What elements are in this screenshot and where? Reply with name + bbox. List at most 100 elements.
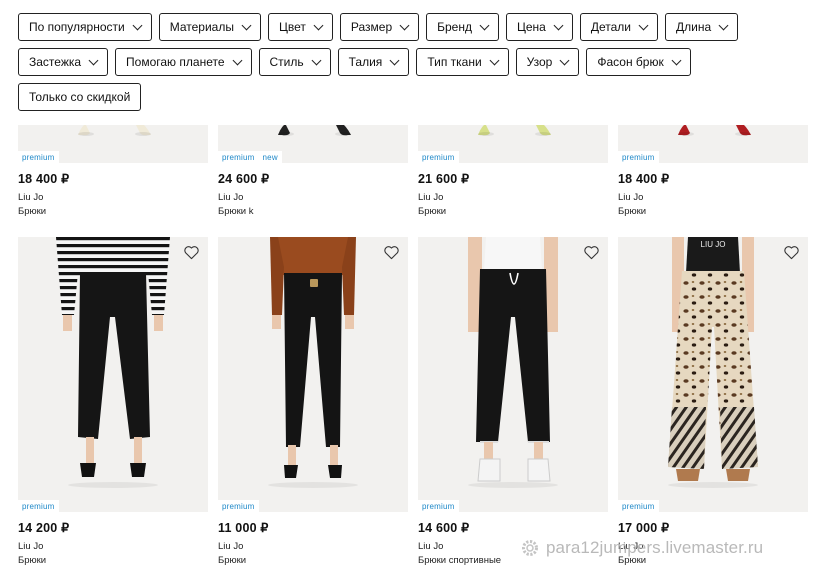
badge-group: premium	[18, 151, 59, 163]
filter-dropdown-r2-6[interactable]: Фасон брюк	[586, 48, 691, 76]
product-brand[interactable]: Liu Jo	[418, 192, 608, 203]
heart-outline-icon[interactable]	[583, 245, 600, 260]
filter-label: По популярности	[29, 20, 125, 34]
filter-dropdown-r2-5[interactable]: Узор	[515, 48, 580, 76]
product-type[interactable]: Брюки	[218, 555, 408, 566]
chevron-down-icon	[559, 55, 570, 65]
filter-label: Детали	[590, 20, 631, 34]
product-image[interactable]: premium new	[218, 125, 408, 163]
filter-dropdown-r2-4[interactable]: Тип ткани	[416, 48, 509, 76]
product-image[interactable]: premium	[418, 237, 608, 512]
product-type[interactable]: Брюки	[418, 206, 608, 217]
product-price: 21 600 ₽	[418, 172, 470, 186]
filter-row: Застежка Помогаю планете Стиль Талия Тип тка…	[18, 48, 818, 76]
watermark-text: para12jumpers.livemaster.ru	[546, 538, 764, 557]
filter-label: Застежка	[29, 55, 82, 69]
product-card[interactable]: premium 18 400 ₽ Liu Jo Брюки	[618, 125, 808, 217]
chevron-down-icon	[671, 55, 682, 65]
filter-dropdown-r1-0[interactable]: По популярности	[18, 13, 152, 41]
chevron-down-icon	[553, 20, 564, 30]
product-photo	[218, 237, 408, 512]
product-card[interactable]: premium 21 600 ₽ Liu Jo Брюки	[418, 125, 608, 217]
product-type[interactable]: Брюки	[18, 555, 208, 566]
filter-label: Фасон брюк	[597, 55, 664, 69]
product-brand[interactable]: Liu Jo	[618, 192, 808, 203]
product-card[interactable]: premium new 24 600 ₽ Liu Jo Брюки k	[218, 125, 408, 217]
badge-group: premium new	[218, 151, 282, 163]
badge-premium: premium	[218, 151, 259, 163]
product-brand[interactable]: Liu Jo	[218, 192, 408, 203]
heart-outline-icon[interactable]	[183, 245, 200, 260]
filter-dropdown-r1-6[interactable]: Детали	[579, 13, 658, 41]
product-card[interactable]: LIU JO premium 17 000 ₽ Liu Jo Брюки	[618, 237, 808, 566]
filter-dropdown-r1-5[interactable]: Цена	[505, 13, 573, 41]
badge-group: premium	[18, 500, 59, 512]
product-card[interactable]: premium 14 600 ₽ Liu Jo Брюки спортивные	[418, 237, 608, 566]
product-image[interactable]: premium	[218, 237, 408, 512]
product-photo	[18, 237, 208, 512]
badge-premium: premium	[618, 500, 659, 512]
badge-new: new	[258, 151, 282, 163]
product-photo	[418, 237, 608, 512]
filter-label: Размер	[350, 20, 393, 34]
badge-group: premium	[618, 500, 659, 512]
badge-premium: premium	[618, 151, 659, 163]
chevron-down-icon	[88, 55, 99, 65]
filter-label: Стиль	[269, 55, 304, 69]
shirt-logo-text: LIU JO	[701, 240, 726, 249]
gear-icon	[522, 540, 538, 556]
badge-group: premium	[418, 151, 459, 163]
filter-label: Тип ткани	[427, 55, 482, 69]
product-card[interactable]: premium 14 200 ₽ Liu Jo Брюки	[18, 237, 208, 566]
filter-dropdown-r1-2[interactable]: Цвет	[267, 13, 333, 41]
badge-premium: premium	[18, 151, 59, 163]
product-price: 24 600 ₽	[218, 172, 270, 186]
watermark: para12jumpers.livemaster.ru	[520, 538, 763, 558]
badge-group: premium	[418, 500, 459, 512]
filter-dropdown-r1-4[interactable]: Бренд	[426, 13, 499, 41]
filter-label: Талия	[348, 55, 383, 69]
product-card[interactable]: premium 11 000 ₽ Liu Jo Брюки	[218, 237, 408, 566]
product-image[interactable]: LIU JO premium	[618, 237, 808, 512]
product-price: 11 000 ₽	[218, 521, 269, 535]
heart-outline-icon[interactable]	[383, 245, 400, 260]
chevron-down-icon	[132, 20, 143, 30]
filter-label: Помогаю планете	[126, 55, 225, 69]
product-type[interactable]: Брюки k	[218, 206, 408, 217]
product-image[interactable]: premium	[618, 125, 808, 163]
filter-row: Только со скидкой	[18, 83, 818, 111]
heart-outline-icon[interactable]	[783, 245, 800, 260]
product-brand[interactable]: Liu Jo	[218, 541, 408, 552]
badge-premium: premium	[18, 500, 59, 512]
discount-only-label: Только со скидкой	[29, 90, 131, 104]
badge-premium: premium	[218, 500, 259, 512]
product-image[interactable]: premium	[418, 125, 608, 163]
chevron-down-icon	[489, 55, 500, 65]
filter-dropdown-r2-1[interactable]: Помогаю планете	[115, 48, 252, 76]
chevron-down-icon	[313, 20, 324, 30]
discount-only-toggle[interactable]: Только со скидкой	[18, 83, 142, 111]
filter-dropdown-r2-3[interactable]: Талия	[337, 48, 410, 76]
badge-group: premium	[618, 151, 659, 163]
product-grid: premium 18 400 ₽ Liu Jo Брюки premium new 24 6…	[18, 125, 808, 567]
product-type[interactable]: Брюки	[18, 206, 208, 217]
product-price: 14 200 ₽	[18, 521, 70, 535]
product-brand[interactable]: Liu Jo	[18, 541, 208, 552]
filter-label: Цена	[516, 20, 546, 34]
filter-dropdown-r1-3[interactable]: Размер	[339, 13, 420, 41]
product-price: 18 400 ₽	[18, 172, 70, 186]
badge-premium: premium	[418, 500, 459, 512]
product-brand[interactable]: Liu Jo	[18, 192, 208, 203]
filter-dropdown-r1-1[interactable]: Материалы	[158, 13, 261, 41]
filter-dropdown-r2-2[interactable]: Стиль	[258, 48, 331, 76]
product-card[interactable]: premium 18 400 ₽ Liu Jo Брюки	[18, 125, 208, 217]
product-image[interactable]: premium	[18, 237, 208, 512]
chevron-down-icon	[479, 20, 490, 30]
product-price: 18 400 ₽	[618, 172, 670, 186]
product-image[interactable]: premium	[18, 125, 208, 163]
product-price: 14 600 ₽	[418, 521, 470, 535]
filter-dropdown-r2-0[interactable]: Застежка	[18, 48, 109, 76]
product-type[interactable]: Брюки	[618, 206, 808, 217]
filter-label: Узор	[526, 55, 553, 69]
filter-dropdown-r1-7[interactable]: Длина	[665, 13, 739, 41]
